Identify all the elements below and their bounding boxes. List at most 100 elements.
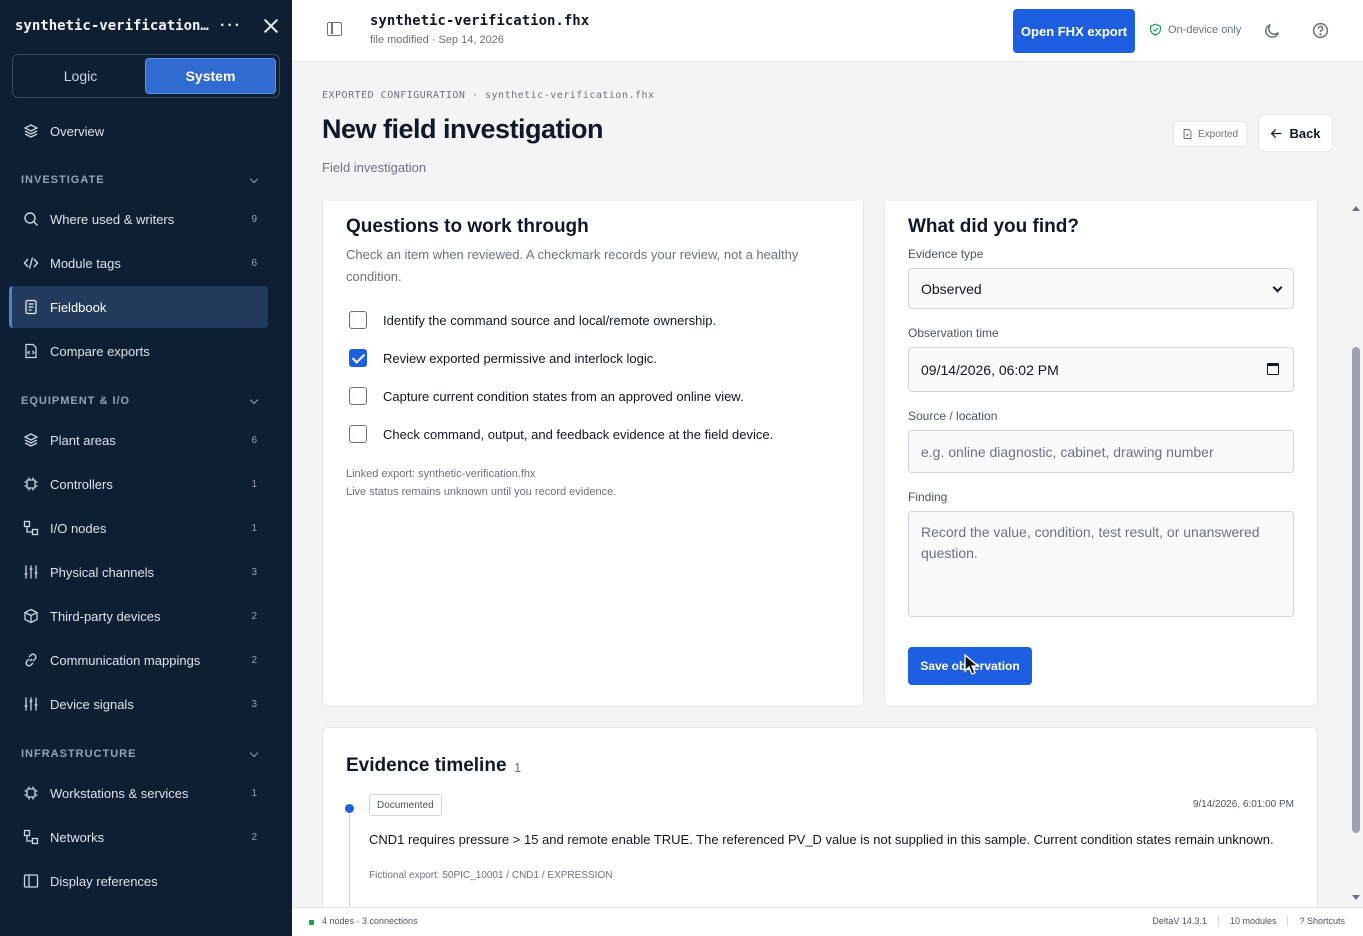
live-status-note: Live status remains unknown until you re… <box>346 486 617 498</box>
evidence-type-label: Evidence type <box>908 247 984 261</box>
sidebar-toggle-icon[interactable] <box>327 22 342 36</box>
back-button[interactable]: Back <box>1258 114 1333 152</box>
sidebar-item-physical-channels[interactable]: Physical channels 3 <box>9 551 268 593</box>
checkbox[interactable] <box>349 387 367 405</box>
tab-logic[interactable]: Logic <box>16 58 145 94</box>
sidebar-item-display-references[interactable]: Display references <box>9 860 268 902</box>
sidebar-item-label: Compare exports <box>50 343 150 359</box>
sidebar-item-plant-areas[interactable]: Plant areas 6 <box>9 419 268 461</box>
section-equipment[interactable]: EQUIPMENT & I/O <box>21 395 261 407</box>
section-infrastructure[interactable]: INFRASTRUCTURE <box>21 748 261 760</box>
sidebar-item-count: 9 <box>251 213 257 225</box>
file-modified: file modified · Sep 14, 2026 <box>370 34 504 46</box>
sidebar-item-label: Device signals <box>50 696 134 712</box>
connection-status-dot <box>309 920 314 925</box>
observation-time-value: 09/14/2026, 06:02 PM <box>921 361 1059 378</box>
calendar-icon[interactable] <box>1267 363 1279 375</box>
timeline-line <box>349 806 350 907</box>
project-title: synthetic-verification… <box>15 18 209 34</box>
sidebar-item-label: Controllers <box>50 476 113 492</box>
sidebar-header: synthetic-verification… ··· <box>0 0 292 52</box>
search-icon <box>22 210 40 228</box>
open-fhx-export-button[interactable]: Open FHX export <box>1013 9 1135 53</box>
evidence-type-value: Observed <box>921 280 982 297</box>
checkbox[interactable] <box>349 311 367 329</box>
moon-icon[interactable] <box>1264 22 1281 44</box>
layers-icon <box>22 122 40 140</box>
section-investigate[interactable]: INVESTIGATE <box>21 174 261 186</box>
checklist-item[interactable]: Identify the command source and local/re… <box>349 311 716 329</box>
checklist-item[interactable]: Review exported permissive and interlock… <box>349 349 657 367</box>
sidebar-item-overview[interactable]: Overview <box>9 110 268 152</box>
finding-card: What did you find? Evidence type Observe… <box>884 201 1318 707</box>
network-nodes-icon <box>22 519 40 537</box>
close-icon[interactable] <box>264 19 278 33</box>
page-title: New field investigation <box>322 114 604 144</box>
sidebar-item-where-used[interactable]: Where used & writers 9 <box>9 198 268 240</box>
scroll-down-arrow-icon[interactable] <box>1352 895 1360 900</box>
observation-time-input[interactable]: 09/14/2026, 06:02 PM <box>908 347 1294 392</box>
evidence-type-select[interactable]: Observed <box>908 268 1294 309</box>
sidebar-item-count: 1 <box>251 478 257 490</box>
sidebar-item-compare-exports[interactable]: Compare exports <box>9 330 268 372</box>
questions-intro: Check an item when reviewed. A checkmark… <box>346 247 799 284</box>
sidebar-item-count: 3 <box>251 698 257 710</box>
chevron-down-icon <box>249 174 259 183</box>
sidebar-item-third-party-devices[interactable]: Third-party devices 2 <box>9 595 268 637</box>
checklist-label: Capture current condition states from an… <box>383 388 744 404</box>
checklist-item[interactable]: Capture current condition states from an… <box>349 387 744 405</box>
evidence-source: Fictional export: 50PIC_10001 / CND1 / E… <box>369 870 613 881</box>
sidebar-item-workstations[interactable]: Workstations & services 1 <box>9 772 268 814</box>
finding-title: What did you find? <box>908 216 1079 237</box>
checklist-item[interactable]: Check command, output, and feedback evid… <box>349 425 773 443</box>
sliders-icon <box>22 695 40 713</box>
sidebar-item-networks[interactable]: Networks 2 <box>9 816 268 858</box>
questions-title: Questions to work through <box>346 216 589 237</box>
sidebar-item-label: Workstations & services <box>50 785 189 801</box>
status-right: DeltaV 14.3.1 10 modules ? Shortcuts <box>1141 916 1356 926</box>
mouse-cursor-icon <box>963 653 983 681</box>
checklist-label: Identify the command source and local/re… <box>383 312 717 328</box>
sidebar-item-label: Physical channels <box>50 564 155 580</box>
sidebar-item-controllers[interactable]: Controllers 1 <box>9 463 268 505</box>
chevron-down-icon <box>1272 282 1283 293</box>
module-count: 10 modules <box>1217 916 1288 926</box>
timeline-dot <box>345 804 354 813</box>
panel-icon <box>22 872 40 890</box>
observation-time-label: Observation time <box>908 326 999 340</box>
page-subtitle: Field investigation <box>322 160 427 175</box>
timeline-count: 1 <box>514 760 522 775</box>
box-icon <box>22 607 40 625</box>
source-location-input[interactable]: e.g. online diagnostic, cabinet, drawing… <box>908 430 1294 473</box>
sidebar-item-count: 6 <box>251 434 257 446</box>
more-menu-button[interactable]: ··· <box>220 17 242 35</box>
sidebar-item-io-nodes[interactable]: I/O nodes 1 <box>9 507 268 549</box>
status-bar: 4 nodes · 3 connections DeltaV 14.3.1 10… <box>292 907 1363 936</box>
source-location-label: Source / location <box>908 409 998 423</box>
shortcuts-link[interactable]: ? Shortcuts <box>1287 916 1356 926</box>
scroll-up-arrow-icon[interactable] <box>1352 206 1360 211</box>
sidebar-item-communication-mappings[interactable]: Communication mappings 2 <box>9 639 268 681</box>
sidebar-item-module-tags[interactable]: Module tags 6 <box>9 242 268 284</box>
arrow-left-icon <box>1270 127 1283 140</box>
sidebar-item-label: Display references <box>50 873 158 889</box>
shield-check-icon <box>1149 23 1162 36</box>
sidebar-item-label: Overview <box>50 123 105 139</box>
sidebar-item-fieldbook[interactable]: Fieldbook <box>9 286 268 328</box>
scrollbar-thumb[interactable] <box>1352 347 1360 833</box>
on-device-label: On-device only <box>1168 23 1242 36</box>
sidebar-item-label: Where used & writers <box>50 211 175 227</box>
sidebar-item-device-signals[interactable]: Device signals 3 <box>9 683 268 725</box>
tab-system[interactable]: System <box>145 58 276 94</box>
main-content[interactable]: Questions to work through Check an item … <box>292 201 1363 907</box>
checkbox[interactable] <box>349 425 367 443</box>
vertical-scrollbar[interactable] <box>1349 201 1363 907</box>
file-name: synthetic-verification.fhx <box>370 13 590 29</box>
notebook-icon <box>22 298 40 316</box>
sidebar-item-count: 2 <box>251 610 257 622</box>
help-icon[interactable] <box>1312 22 1329 44</box>
finding-textarea[interactable]: Record the value, condition, test result… <box>908 511 1294 617</box>
exported-badge: Exported <box>1173 121 1248 147</box>
evidence-timestamp: 9/14/2026, 6:01:00 PM <box>1192 799 1294 810</box>
checkbox[interactable] <box>349 349 367 367</box>
